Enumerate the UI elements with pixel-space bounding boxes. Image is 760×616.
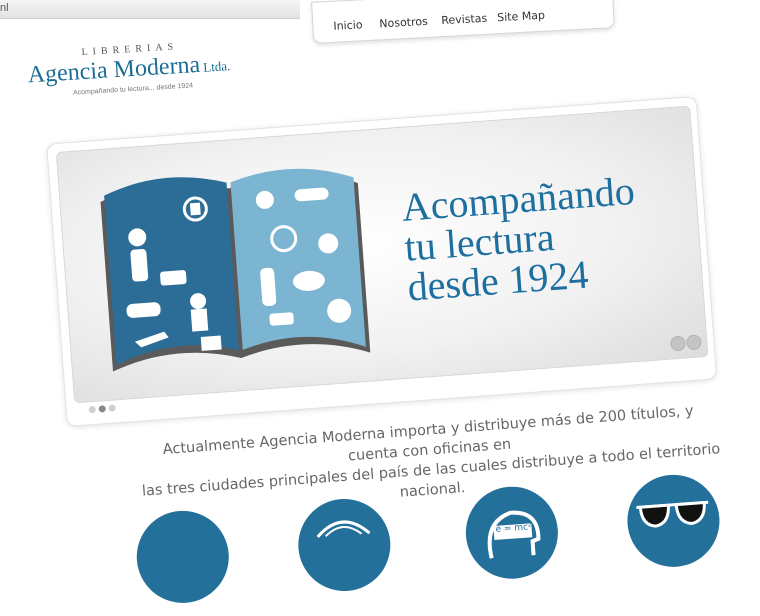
nav-item-revistas[interactable]: Revistas bbox=[441, 12, 488, 27]
slide-indicator-dot-active[interactable] bbox=[98, 405, 106, 413]
banner-headline: Acompañando tu lectura desde 1924 bbox=[400, 167, 698, 310]
shell-icon bbox=[316, 520, 371, 538]
browser-address-bar[interactable]: nl bbox=[0, 0, 300, 19]
slide-indicator-dot[interactable] bbox=[108, 404, 116, 412]
nav-item-inicio[interactable]: Inicio bbox=[333, 18, 363, 33]
category-circle-1[interactable] bbox=[133, 507, 233, 607]
nav-item-site-map[interactable]: Site Map bbox=[497, 9, 545, 24]
slide-prev-button[interactable] bbox=[669, 335, 687, 352]
slide-next-button[interactable] bbox=[685, 334, 702, 351]
open-book-illustration bbox=[100, 168, 371, 372]
category-circle-4[interactable] bbox=[624, 471, 723, 571]
slideshow-card: Acompañando tu lectura desde 1924 bbox=[46, 96, 718, 428]
category-circle-3[interactable]: e = mc² bbox=[462, 483, 562, 582]
category-circle-2[interactable] bbox=[295, 495, 394, 595]
nav-item-nosotros[interactable]: Nosotros bbox=[379, 15, 428, 31]
sunglasses-icon bbox=[636, 500, 709, 528]
page-content: Acompañando tu lectura desde 1924 Actual… bbox=[40, 12, 738, 607]
address-text: nl bbox=[0, 2, 9, 14]
banner-slide[interactable]: Acompañando tu lectura desde 1924 bbox=[55, 105, 709, 404]
slide-indicator-dot[interactable] bbox=[88, 405, 96, 414]
